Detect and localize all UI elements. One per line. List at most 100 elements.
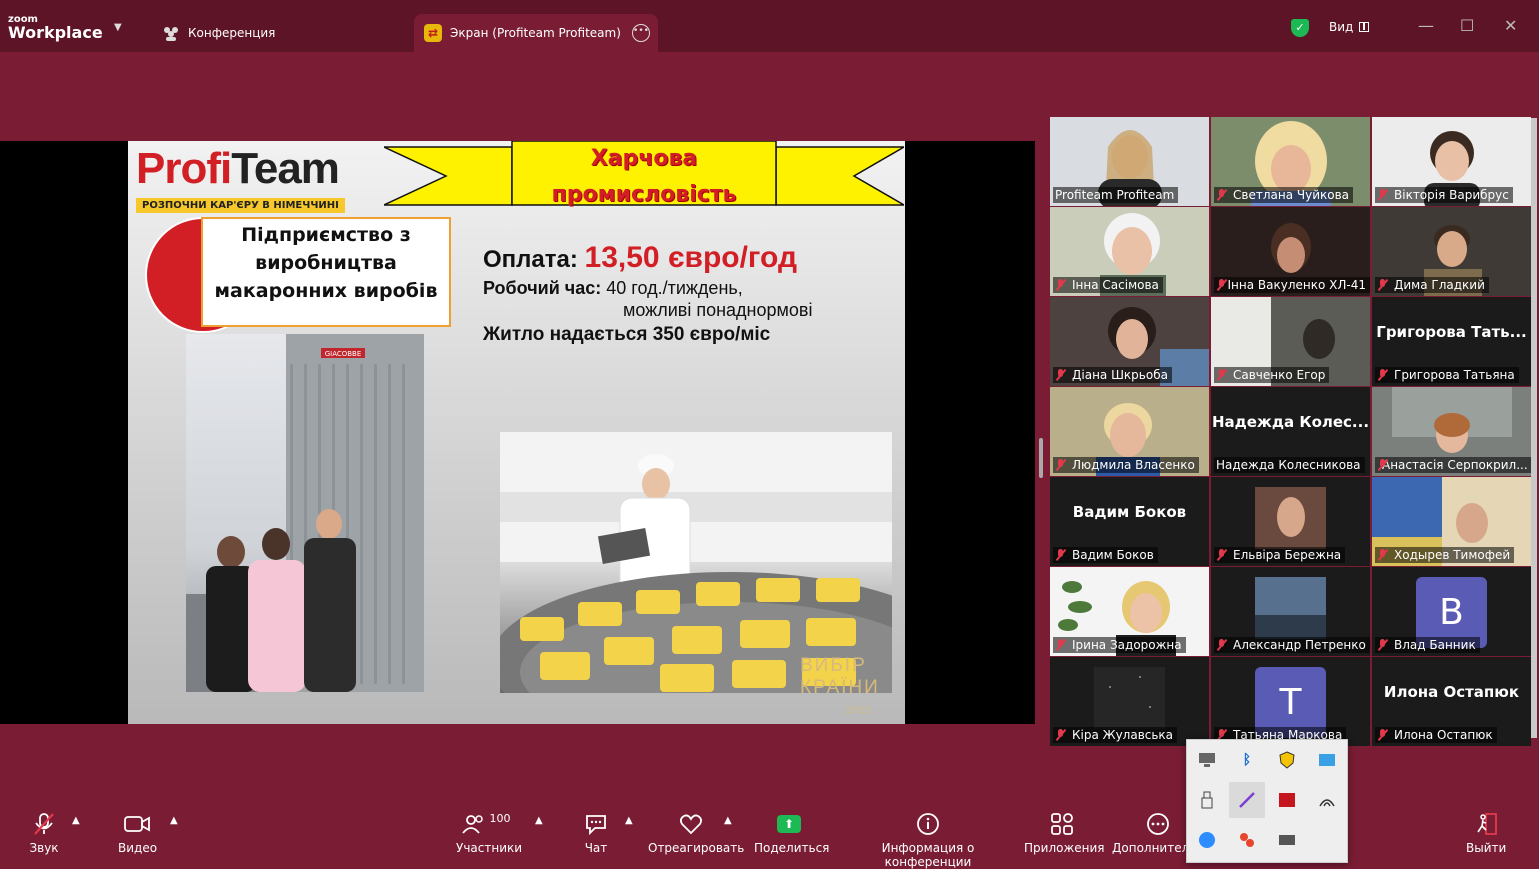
minimize-icon[interactable]: — <box>1418 16 1434 35</box>
participant-tile[interactable]: Светлана Чуйкова <box>1211 117 1370 206</box>
profiteam-logo: ProfiTeam РОЗПОЧНИ КАР'ЄРУ В НІМЕЧЧИНІ <box>136 145 345 213</box>
audio-button[interactable]: Звук <box>28 811 60 855</box>
zoom-icon[interactable] <box>1189 822 1225 858</box>
participant-tile[interactable]: Ельвіра Бережна <box>1211 477 1370 566</box>
participant-name: Ірина Задорожна <box>1053 637 1186 653</box>
vybir-krainy-logo: ВИБІР КРАЇНИ 2021 <box>800 655 880 721</box>
security-shield-icon[interactable]: ✓ <box>1291 19 1309 37</box>
leave-label: Выйти <box>1466 841 1507 855</box>
factory-photo <box>500 432 892 693</box>
participant-tile[interactable]: Дима Гладкий <box>1372 207 1531 296</box>
participant-tile[interactable]: Діана Шкрьоба <box>1050 297 1209 386</box>
participant-name: Надежда Колесникова <box>1214 457 1365 473</box>
participant-tile[interactable]: Вадим Боков Вадим Боков <box>1050 477 1209 566</box>
logo-subtitle: РОЗПОЧНИ КАР'ЄРУ В НІМЕЧЧИНІ <box>136 198 345 213</box>
participant-tile[interactable]: Людмила Власенко <box>1050 387 1209 476</box>
close-icon[interactable]: ✕ <box>1504 16 1517 35</box>
vybir-year: 2021 <box>846 705 875 715</box>
participant-tile[interactable]: Ходырев Тимофей <box>1372 477 1531 566</box>
meeting-info-label: Информация о конференции <box>881 841 975 869</box>
video-options-caret[interactable]: ▲ <box>170 815 178 826</box>
shield-icon[interactable] <box>1269 742 1305 778</box>
participant-name: Діана Шкрьоба <box>1053 367 1172 383</box>
participant-tile[interactable]: Григорова Тать... Григорова Татьяна <box>1372 297 1531 386</box>
app-brand[interactable]: zoom Workplace <box>8 15 103 41</box>
more-icon[interactable]: ••• <box>632 24 650 42</box>
brand-bottom: Workplace <box>8 23 103 42</box>
participants-label: Участники <box>456 841 523 855</box>
pen-icon[interactable] <box>1229 782 1265 818</box>
participant-tile[interactable]: Інна Сасімова <box>1050 207 1209 296</box>
participant-tile[interactable]: Інна Вакуленко ХЛ-41 <box>1211 207 1370 296</box>
participant-tile[interactable]: Александр Петренко <box>1211 567 1370 656</box>
apps-label: Приложения <box>1024 841 1105 855</box>
monitor-icon[interactable] <box>1189 742 1225 778</box>
chat-options-caret[interactable]: ▲ <box>625 815 633 826</box>
muted-mic-icon <box>1216 189 1228 201</box>
participant-tile[interactable]: Кіра Жулавська <box>1050 657 1209 746</box>
bluetooth-icon[interactable]: ᛒ <box>1229 742 1265 778</box>
network-icon[interactable] <box>1309 742 1345 778</box>
participant-tile[interactable]: Вікторія Варибрус <box>1372 117 1531 206</box>
pay-line: Оплата: 13,50 євро/год <box>483 241 797 275</box>
vybir-line1: ВИБІР <box>800 655 867 676</box>
participant-tile[interactable]: Profiteam Profiteam <box>1050 117 1209 206</box>
participant-tile[interactable]: Анастасія Серпокрил... <box>1372 387 1531 476</box>
participant-name: Вадим Боков <box>1053 547 1158 563</box>
participant-tile[interactable]: Илона Остапюк Илона Остапюк <box>1372 657 1531 746</box>
app-icon[interactable] <box>1229 822 1265 858</box>
react-button[interactable]: Отреагировать <box>648 811 744 855</box>
meeting-info-button[interactable]: Информация о конференции <box>844 811 1012 869</box>
media-icon[interactable] <box>1269 782 1305 818</box>
muted-mic-icon <box>1377 639 1389 651</box>
muted-mic-icon <box>1055 639 1067 651</box>
participant-name: Людмила Власенко <box>1053 457 1199 473</box>
muted-mic-icon <box>1377 729 1389 741</box>
tab-screen-label: Экран (Profiteam Profiteam) <box>450 26 621 40</box>
wifi-icon[interactable] <box>1309 782 1345 818</box>
participants-options-caret[interactable]: ▲ <box>535 815 543 826</box>
participant-display-name: Надежда Колес... <box>1211 413 1370 431</box>
share-button[interactable]: ⬆ Поделиться <box>754 811 829 855</box>
display-icon[interactable] <box>1269 822 1305 858</box>
vybir-line2: КРАЇНИ <box>800 677 880 698</box>
usb-icon[interactable] <box>1189 782 1225 818</box>
split-resize-handle[interactable] <box>1039 438 1043 478</box>
leave-button[interactable]: Выйти <box>1466 811 1506 855</box>
participant-display-name: Григорова Тать... <box>1376 323 1527 341</box>
participant-tile[interactable]: T Татьяна Маркова <box>1211 657 1370 746</box>
participant-name: Profiteam Profiteam <box>1053 187 1179 203</box>
logo-team: Team <box>231 144 340 193</box>
chat-bubble-icon <box>582 811 610 837</box>
pay-label: Оплата: <box>483 246 578 273</box>
maximize-icon[interactable]: ☐ <box>1460 16 1474 35</box>
gallery-scrollbar[interactable] <box>1531 118 1537 738</box>
participant-tile[interactable]: Надежда Колес... Надежда Колесникова <box>1211 387 1370 476</box>
participant-name: Кіра Жулавська <box>1053 727 1178 743</box>
video-button[interactable]: Видео <box>118 811 157 855</box>
muted-mic-icon <box>1377 279 1389 291</box>
chevron-down-icon[interactable]: ▼ <box>114 22 122 33</box>
hours-label: Робочий час: <box>483 278 602 298</box>
participant-tile[interactable]: B Влад Банник <box>1372 567 1531 656</box>
apps-button[interactable]: Приложения <box>1024 811 1105 855</box>
pay-value: 13,50 євро/год <box>584 241 798 274</box>
audio-options-caret[interactable]: ▲ <box>72 815 80 826</box>
more-label: Дополнитель <box>1112 841 1196 855</box>
tab-conference-label: Конференция <box>188 26 276 40</box>
tab-conference[interactable]: Конференция <box>162 14 275 52</box>
participant-name: Ельвіра Бережна <box>1214 547 1346 563</box>
participant-tile[interactable]: Савченко Егор <box>1211 297 1370 386</box>
react-options-caret[interactable]: ▲ <box>724 815 732 826</box>
muted-mic-icon <box>1216 279 1224 291</box>
chat-button[interactable]: Чат <box>582 811 610 855</box>
view-button[interactable]: Вид <box>1329 20 1370 34</box>
participants-button[interactable]: 100 Участники <box>456 811 522 856</box>
more-button[interactable]: Дополнитель <box>1112 811 1196 855</box>
apps-icon <box>1024 811 1100 837</box>
tab-screen[interactable]: ⇄ Экран (Profiteam Profiteam) ••• <box>414 14 658 52</box>
participant-tile[interactable]: Ірина Задорожна <box>1050 567 1209 656</box>
view-label: Вид <box>1329 20 1354 34</box>
share-label: Поделиться <box>754 841 830 855</box>
muted-mic-icon <box>1216 549 1228 561</box>
